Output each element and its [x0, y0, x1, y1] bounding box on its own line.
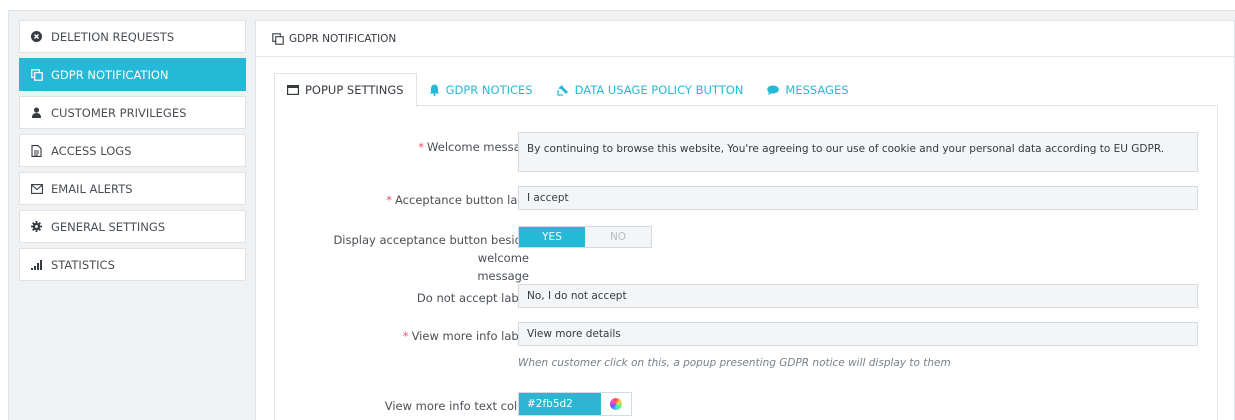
more-info-color-label: View more info text color: [384, 399, 529, 413]
decline-label-label: Do not accept label: [416, 291, 529, 305]
sidebar-item-label: CUSTOMER PRIVILEGES: [51, 105, 187, 120]
pointer-icon: [556, 84, 569, 96]
tab-label: MESSAGES: [785, 82, 849, 97]
sidebar-item-label: STATISTICS: [51, 257, 115, 272]
required-asterisk: *: [386, 193, 393, 207]
user-icon: [31, 107, 45, 118]
chat-icon: [767, 85, 780, 95]
sidebar-item-label: GENERAL SETTINGS: [51, 219, 166, 234]
popup-settings-form: * Welcome message By continuing to browse…: [274, 105, 1218, 420]
panel-title: GDPR NOTIFICATION: [289, 32, 397, 45]
copy-icon: [272, 32, 284, 45]
required-asterisk: *: [402, 329, 409, 343]
sidebar-item-label: ACCESS LOGS: [51, 143, 132, 158]
decline-label-field[interactable]: No, I do not accept: [518, 284, 1198, 308]
display-beside-switch[interactable]: YES NO: [518, 226, 652, 248]
envelope-icon: [31, 183, 45, 194]
sidebar-item-deletion-requests[interactable]: DELETION REQUESTS: [19, 20, 246, 53]
times-circle-icon: [31, 31, 45, 42]
sidebar-item-label: DELETION REQUESTS: [51, 29, 175, 44]
tab-label: POPUP SETTINGS: [305, 83, 404, 97]
display-beside-label: Display acceptance button beside welcome…: [333, 233, 529, 283]
welcome-message-field[interactable]: By continuing to browse this website, Yo…: [518, 132, 1198, 172]
color-wheel-icon: [610, 398, 622, 410]
sidebar-item-statistics[interactable]: STATISTICS: [19, 248, 246, 281]
tab-data-usage-policy-button[interactable]: DATA USAGE POLICY BUTTON: [545, 73, 756, 106]
switch-yes[interactable]: YES: [519, 227, 585, 247]
color-wheel-button[interactable]: [601, 393, 631, 415]
sidebar-item-email-alerts[interactable]: EMAIL ALERTS: [19, 172, 246, 205]
tab-gdpr-notices[interactable]: GDPR NOTICES: [417, 73, 545, 106]
required-asterisk: *: [418, 140, 425, 154]
tab-messages[interactable]: MESSAGES: [755, 73, 860, 106]
acceptance-button-label-field[interactable]: I accept: [518, 186, 1198, 210]
settings-tabs: POPUP SETTINGS GDPR NOTICES DATA USAGE P…: [274, 73, 861, 107]
sidebar: DELETION REQUESTS GDPR NOTIFICATION CUST…: [19, 20, 246, 286]
copy-icon: [31, 68, 45, 81]
more-info-color-picker[interactable]: #2fb5d2: [518, 392, 632, 416]
gdpr-notification-panel: GDPR NOTIFICATION POPUP SETTINGS GDPR NO…: [255, 20, 1235, 420]
window-icon: [287, 85, 299, 95]
tab-label: GDPR NOTICES: [445, 82, 533, 97]
sidebar-item-label: EMAIL ALERTS: [51, 181, 133, 196]
bell-icon: [429, 84, 440, 96]
tab-popup-settings[interactable]: POPUP SETTINGS: [274, 73, 417, 107]
more-info-label-label: * View more info label: [402, 329, 529, 343]
tab-label: DATA USAGE POLICY BUTTON: [574, 82, 744, 97]
color-value-field[interactable]: #2fb5d2: [519, 393, 601, 415]
sidebar-item-general-settings[interactable]: GENERAL SETTINGS: [19, 210, 246, 243]
sidebar-item-access-logs[interactable]: ACCESS LOGS: [19, 134, 246, 167]
switch-no[interactable]: NO: [585, 227, 651, 247]
sidebar-item-label: GDPR NOTIFICATION: [51, 67, 169, 82]
sidebar-item-gdpr-notification[interactable]: GDPR NOTIFICATION: [19, 58, 246, 91]
acceptance-label-label: * Acceptance button label: [386, 193, 535, 207]
more-info-label-field[interactable]: View more details: [518, 322, 1198, 346]
sidebar-item-customer-privileges[interactable]: CUSTOMER PRIVILEGES: [19, 96, 246, 129]
document-icon: [31, 144, 45, 157]
gear-icon: [31, 221, 45, 232]
bar-chart-icon: [31, 259, 45, 270]
panel-header: GDPR NOTIFICATION: [256, 21, 1234, 57]
more-info-help-text: When customer click on this, a popup pre…: [518, 357, 951, 369]
